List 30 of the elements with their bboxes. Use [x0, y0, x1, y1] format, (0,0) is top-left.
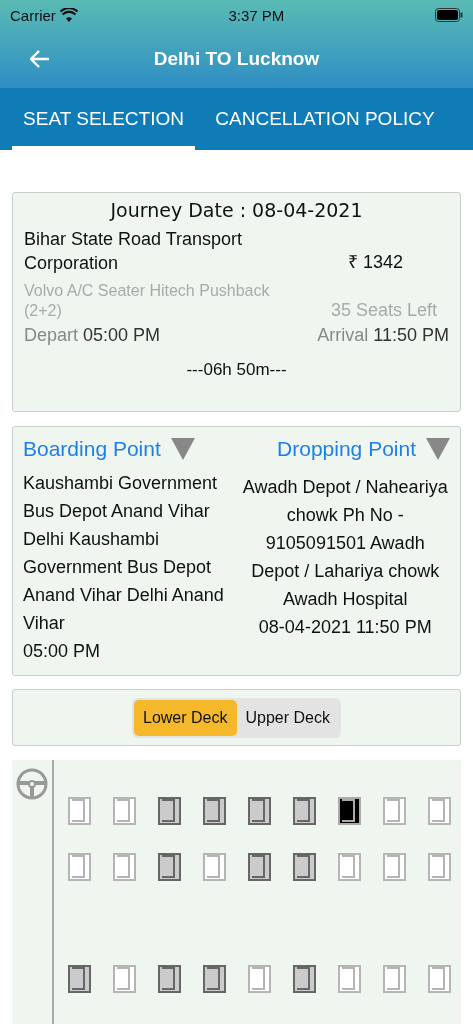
deck-button[interactable]: Upper Deck — [236, 699, 339, 736]
dropping-time: 08-04-2021 11:50 PM — [257, 616, 433, 639]
depart-label: Depart — [24, 325, 79, 346]
duration: ---06h 50m--- — [185, 360, 288, 380]
operator-name: Bihar State Road Transport Corporation — [24, 228, 244, 275]
back-arrow-icon[interactable] — [30, 50, 50, 68]
steering-wheel-icon — [16, 768, 48, 800]
boarding-point-address: Kaushambi Government Bus Depot Anand Vihar Delhi Kaushambi Government Bus Depot Anand Vihar Delhi Anand Vihar — [23, 472, 225, 635]
dropdown-triangle-icon[interactable] — [426, 438, 450, 460]
header-title: Delhi TO Lucknow — [153, 48, 320, 70]
wifi-icon — [59, 8, 78, 22]
boarding-time: 05:00 PM — [23, 640, 102, 663]
tab[interactable]: CANCELLATION POLICY — [195, 88, 455, 150]
fare: ₹ 1342 — [347, 251, 403, 273]
boarding-point-title[interactable]: Boarding Point — [23, 437, 161, 461]
deck-button[interactable]: Lower Deck — [134, 699, 237, 736]
arrival-label: Arrival — [317, 325, 369, 346]
seat-icon[interactable] — [338, 797, 361, 825]
depart-time: 05:00 PM — [83, 325, 161, 346]
tab[interactable]: SEAT SELECTION — [12, 88, 195, 150]
bus-type: Volvo A/C Seater Hitech Pushback (2+2) — [24, 281, 271, 321]
journey-date: Journey Date : 08-04-2021 — [108, 199, 364, 221]
battery-icon — [435, 8, 463, 22]
seats-left: 35 Seats Left — [330, 300, 437, 321]
dropdown-triangle-icon[interactable] — [170, 438, 195, 460]
status-time: 3:37 PM — [228, 6, 285, 24]
carrier-label: Carrier — [10, 6, 56, 24]
arrival-time: 11:50 PM — [373, 325, 449, 346]
dropping-point-title[interactable]: Dropping Point — [277, 437, 416, 461]
dropping-point-address: Awadh Depot / Naheariya chowk Ph No - 9105091501 Awadh Depot / Lahariya chowk Awadh Hospital — [241, 476, 449, 611]
